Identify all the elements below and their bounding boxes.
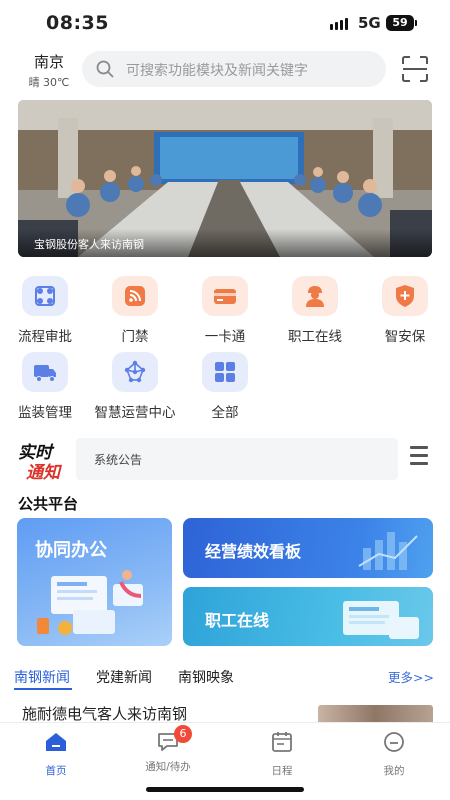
chart-illustration-icon: [358, 532, 418, 570]
nav-notifications[interactable]: 6 通知/待办: [128, 725, 208, 774]
function-workflow-approval[interactable]: 流程审批: [0, 276, 90, 345]
nav-label: 通知/待办: [145, 761, 191, 773]
function-label: 一卡通: [204, 329, 246, 345]
notice-ticker[interactable]: 系统公告: [76, 438, 398, 480]
function-workers-online[interactable]: 职工在线: [270, 276, 360, 345]
nav-label: 首页: [45, 765, 67, 777]
network-icon: [124, 360, 146, 383]
tab-party-news[interactable]: 党建新闻: [96, 667, 152, 687]
shield-plus-icon: [396, 285, 414, 307]
function-label: 监装管理: [18, 405, 72, 421]
card-workers-online[interactable]: 职工在线: [183, 587, 433, 646]
more-link[interactable]: 更多>>: [388, 667, 434, 686]
tab-nangang-image[interactable]: 南钢映象: [178, 667, 234, 687]
worker-tile: [292, 276, 338, 316]
realtime-notice-logo: 实时 通知: [16, 438, 68, 483]
grid-tile: [202, 352, 248, 392]
weather-text: 晴 30℃: [28, 76, 70, 89]
function-access-control[interactable]: 门禁: [90, 276, 180, 345]
home-indicator[interactable]: [146, 787, 304, 792]
news-item-title[interactable]: 施耐德电气客人来访南钢: [22, 703, 187, 724]
function-label: 流程审批: [18, 329, 72, 345]
top-header: 南京 晴 30℃ 可搜索功能模块及新闻关键字: [0, 48, 450, 92]
battery-icon: 59: [386, 15, 417, 31]
function-label: 智慧运营中心: [94, 405, 176, 421]
workflow-tile: [22, 276, 68, 316]
nav-profile[interactable]: 我的: [354, 731, 434, 778]
nav-label: 我的: [383, 765, 405, 777]
function-smart-operation-center[interactable]: 智慧运营中心: [90, 352, 180, 421]
news-banner[interactable]: 宝钢股份客人来访南钢: [18, 100, 432, 257]
home-icon: [46, 733, 66, 751]
nav-schedule[interactable]: 日程: [242, 731, 322, 778]
message-icon-wrap: 6: [156, 725, 192, 753]
office-illustration-icon: [37, 570, 143, 635]
worker-icon: [306, 286, 324, 307]
city-name: 南京: [33, 53, 64, 71]
grid-icon: [215, 362, 235, 382]
nav-home[interactable]: 首页: [16, 731, 96, 778]
workflow-icon: [35, 286, 55, 306]
function-loading-management[interactable]: 监装管理: [0, 352, 90, 421]
access-tile: [112, 276, 158, 316]
nav-label: 日程: [271, 765, 293, 777]
notification-badge: 6: [174, 725, 192, 743]
search-icon: [96, 60, 114, 78]
notice-logo-line2: 通知: [26, 463, 60, 483]
network-type: 5G: [358, 14, 381, 32]
scan-icon[interactable]: [402, 56, 428, 82]
card-performance-dashboard[interactable]: 经营绩效看板: [183, 518, 433, 578]
active-tab-indicator: [14, 688, 72, 690]
search-placeholder: 可搜索功能模块及新闻关键字: [126, 63, 308, 79]
card-tile: [202, 276, 248, 316]
truck-icon: [34, 365, 56, 382]
rss-access-icon: [125, 286, 145, 306]
function-all[interactable]: 全部: [180, 352, 270, 421]
banner-caption: 宝钢股份客人来访南钢: [34, 238, 144, 251]
signal-icon: [330, 18, 348, 30]
truck-tile: [22, 352, 68, 392]
notice-text: 系统公告: [94, 453, 143, 467]
menu-icon[interactable]: [410, 446, 428, 468]
network-tile: [112, 352, 158, 392]
function-smart-security[interactable]: 智安保: [360, 276, 450, 345]
tab-nangang-news[interactable]: 南钢新闻: [14, 667, 70, 687]
city-weather[interactable]: 南京 晴 30℃: [24, 51, 74, 90]
function-label: 智安保: [384, 329, 426, 345]
banner-caption-bar: 宝钢股份客人来访南钢: [18, 229, 432, 257]
function-label: 职工在线: [288, 329, 342, 345]
search-bar[interactable]: 可搜索功能模块及新闻关键字: [82, 51, 386, 87]
news-item-thumbnail[interactable]: [318, 705, 433, 723]
profile-icon: [384, 732, 404, 752]
function-label: 全部: [211, 405, 239, 421]
calendar-icon: [272, 732, 292, 752]
function-label: 门禁: [121, 329, 149, 345]
status-bar: 08:35 5G 59: [0, 0, 450, 44]
section-title: 公共平台: [18, 495, 79, 513]
function-one-card[interactable]: 一卡通: [180, 276, 270, 345]
news-tabs: 南钢新闻 党建新闻 南钢映象: [0, 664, 450, 690]
screen-illustration-icon: [343, 601, 419, 639]
card-collaborative-office[interactable]: 协同办公: [17, 518, 172, 646]
security-tile: [382, 276, 428, 316]
status-time: 08:35: [46, 12, 109, 34]
card-icon: [214, 289, 236, 304]
